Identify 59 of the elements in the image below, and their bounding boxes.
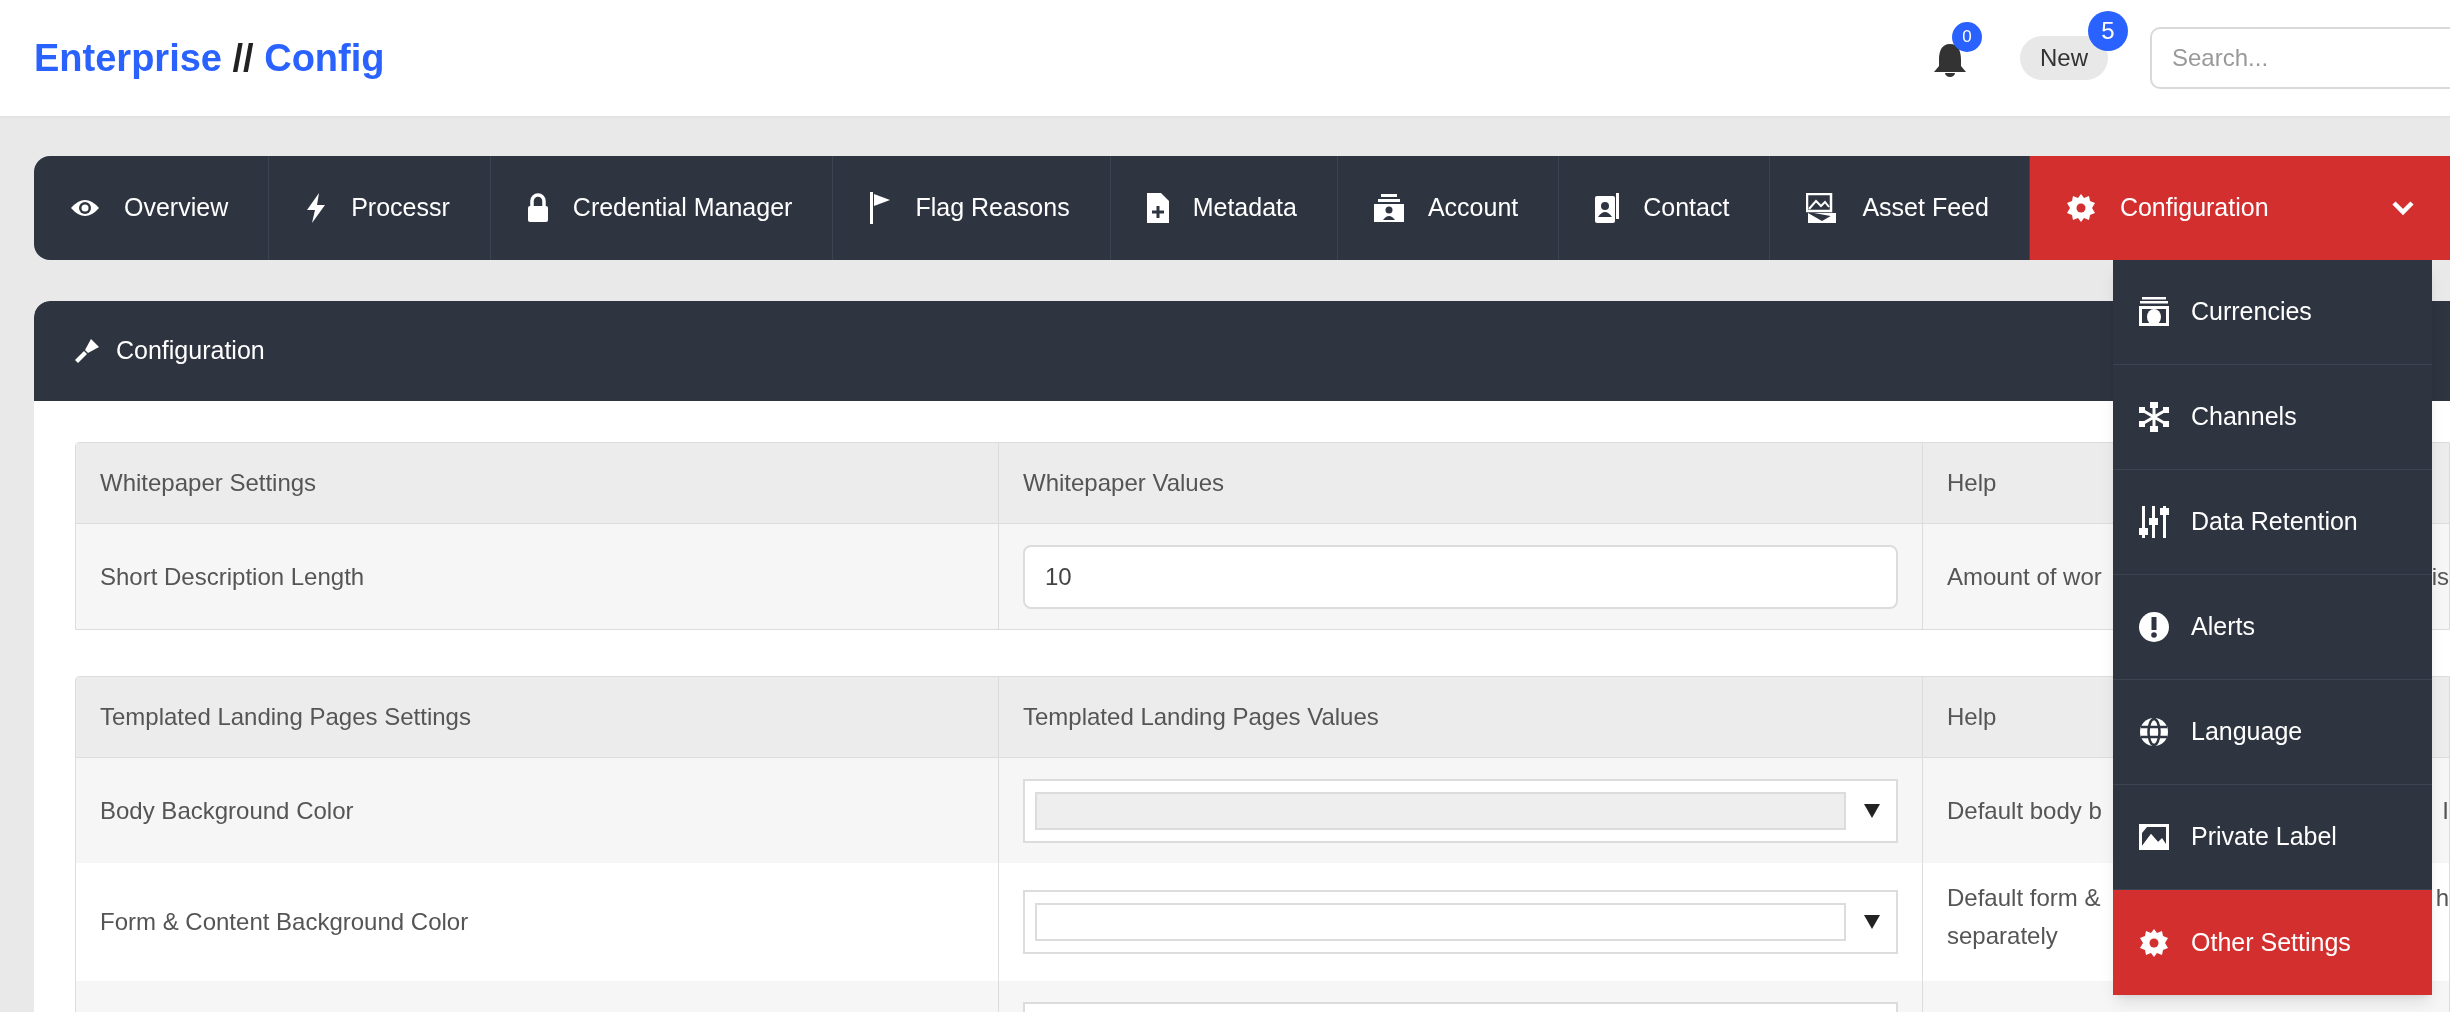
- nav-tab[interactable]: Configuration: [2029, 156, 2450, 260]
- app-title[interactable]: Enterprise // Config: [34, 29, 385, 87]
- lightning-icon: [305, 193, 328, 223]
- number-field[interactable]: 10: [1023, 544, 1898, 609]
- dropdown-item[interactable]: Language: [2113, 680, 2432, 785]
- dropdown-item[interactable]: Other Settings: [2113, 890, 2432, 995]
- exclamation-icon: [2139, 612, 2169, 642]
- color-select[interactable]: [1023, 778, 1898, 843]
- column-header: Whitepaper Values: [1023, 468, 1224, 498]
- dropdown-item[interactable]: Data Retention: [2113, 470, 2432, 575]
- help-text: Amount of wor: [1947, 561, 2102, 592]
- brush-icon: [74, 338, 100, 364]
- lock-icon: [526, 193, 549, 223]
- eye-icon: [70, 198, 100, 218]
- gear-icon: [2139, 927, 2169, 958]
- help-text: I: [2442, 795, 2449, 826]
- nav-tab[interactable]: Contact: [1559, 156, 1771, 260]
- flag-icon: [869, 192, 892, 224]
- dropdown-item[interactable]: Currencies: [2113, 260, 2432, 365]
- help-text: Default form &: [1947, 883, 2101, 913]
- column-header: Templated Landing Pages Settings: [100, 702, 471, 732]
- dropdown-item[interactable]: Channels: [2113, 365, 2432, 470]
- help-text: is: [2431, 561, 2449, 592]
- nav-tab[interactable]: Flag Reasons: [833, 156, 1111, 260]
- nav-tab[interactable]: Processr: [269, 156, 491, 260]
- nav-tab[interactable]: Metadata: [1110, 156, 1338, 260]
- bell-icon[interactable]: [1932, 42, 1968, 78]
- help-text: h: [2435, 883, 2449, 913]
- image-tray-icon: [1806, 193, 1839, 223]
- dropdown-item[interactable]: Alerts: [2113, 575, 2432, 680]
- color-select[interactable]: [1023, 890, 1898, 954]
- dropdown-arrow-icon: [1864, 915, 1880, 929]
- new-count: 5: [2088, 11, 2128, 51]
- person-card-icon: [1373, 194, 1404, 222]
- file-plus-icon: [1146, 193, 1169, 223]
- banknote-icon: [2139, 297, 2169, 327]
- column-header: Whitepaper Settings: [100, 468, 317, 498]
- search-field[interactable]: Search...: [2150, 27, 2450, 89]
- setting-label: Body Background Color: [100, 795, 354, 826]
- network-icon: [2139, 402, 2169, 432]
- image-icon: [2139, 824, 2169, 850]
- nav-tab[interactable]: Account: [1337, 156, 1560, 260]
- nav-tab[interactable]: Credential Manager: [490, 156, 834, 260]
- contact-book-icon: [1595, 193, 1620, 223]
- dropdown-arrow-icon: [1864, 803, 1880, 818]
- globe-icon: [2139, 717, 2169, 747]
- panel-title: Configuration: [116, 335, 265, 367]
- help-text: separately: [1947, 921, 2059, 951]
- setting-label: Form & Content Background Color: [100, 907, 469, 937]
- gear-icon: [2065, 193, 2096, 223]
- column-header: Help: [1947, 702, 1997, 732]
- help-text: Default body b: [1947, 795, 2102, 826]
- notification-count: 0: [1952, 22, 1982, 52]
- nav-tab[interactable]: Overview: [34, 156, 270, 260]
- column-header: Help: [1947, 468, 1997, 498]
- sliders-icon: [2139, 506, 2169, 538]
- nav-tab[interactable]: Asset Feed: [1770, 156, 2030, 260]
- column-header: Templated Landing Pages Values: [1023, 702, 1379, 732]
- setting-label: Short Description Length: [100, 561, 365, 592]
